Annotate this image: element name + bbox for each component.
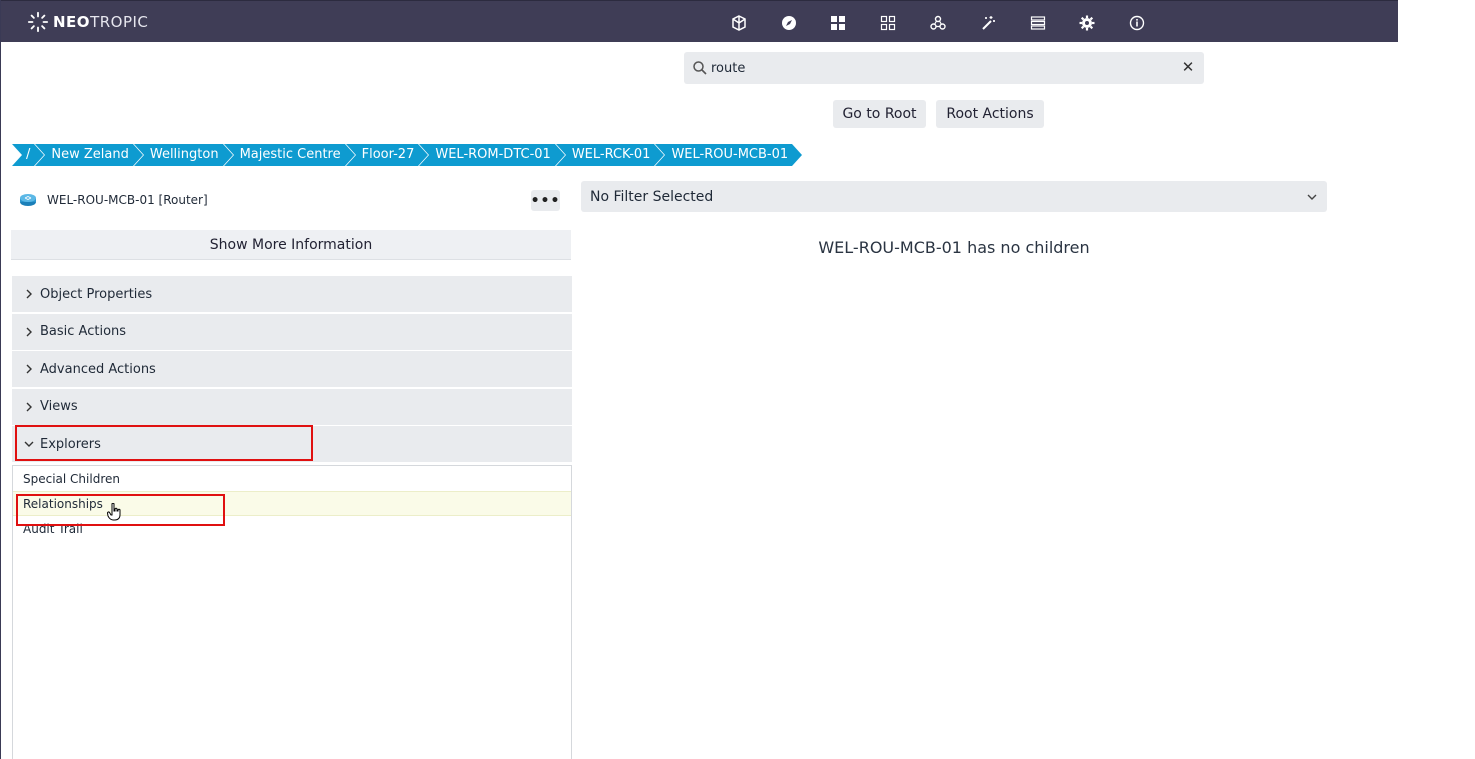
breadcrumb: / New Zeland Wellington Majestic Centre … — [12, 144, 802, 166]
empty-children-message: WEL-ROU-MCB-01 has no children — [818, 238, 1090, 257]
hand-cursor-icon — [107, 503, 121, 521]
explorer-item-relationships[interactable]: Relationships — [13, 491, 571, 516]
root-actions-button[interactable]: Root Actions — [936, 100, 1044, 128]
list-icon[interactable] — [1013, 12, 1063, 34]
top-navbar: NEO TROPIC — [1, 0, 1398, 42]
breadcrumb-item[interactable]: New Zeland — [35, 144, 144, 166]
object-title: WEL-ROU-MCB-01 [Router] — [47, 193, 208, 207]
cube-icon[interactable] — [714, 12, 764, 34]
clear-search-icon[interactable]: ✕ — [1180, 59, 1196, 75]
app-frame: NEO TROPIC route ✕ Go to Root Root Actio… — [0, 0, 1398, 759]
breadcrumb-item[interactable]: Majestic Centre — [223, 144, 355, 166]
router-icon — [20, 194, 36, 206]
magic-wand-icon[interactable] — [963, 12, 1013, 34]
explorer-item-special-children[interactable]: Special Children — [13, 466, 571, 491]
explorers-list: Special Children Relationships Audit Tra… — [12, 465, 572, 759]
go-to-root-button[interactable]: Go to Root — [833, 100, 926, 128]
filter-selected-label: No Filter Selected — [590, 188, 714, 205]
breadcrumb-item[interactable]: WEL-ROM-DTC-01 — [419, 144, 566, 166]
breadcrumb-item[interactable]: Floor-27 — [345, 144, 429, 166]
object-header: WEL-ROU-MCB-01 [Router] — [19, 190, 571, 210]
more-options-button[interactable]: ••• — [531, 190, 560, 211]
compass-icon[interactable] — [764, 12, 814, 34]
network-icon[interactable] — [913, 12, 963, 34]
action-accordion: Object Properties Basic Actions Advanced… — [12, 276, 572, 464]
logo-text-bold: NEO — [53, 13, 91, 31]
accordion-object-properties[interactable]: Object Properties — [12, 276, 572, 312]
explorer-item-audit-trail[interactable]: Audit Trail — [13, 516, 571, 541]
accordion-explorers[interactable]: Explorers — [12, 426, 572, 462]
accordion-advanced-actions[interactable]: Advanced Actions — [12, 351, 572, 387]
info-icon[interactable] — [1112, 12, 1162, 34]
search-box: ✕ — [684, 52, 1204, 84]
chevron-right-icon — [26, 402, 32, 411]
accordion-label: Advanced Actions — [40, 361, 156, 377]
search-icon — [693, 61, 707, 75]
accordion-label: Basic Actions — [40, 324, 127, 339]
neotropic-logo[interactable]: NEO TROPIC — [27, 10, 148, 34]
chevron-right-icon — [26, 364, 32, 374]
grid-icon[interactable] — [863, 12, 913, 34]
accordion-label: Views — [40, 399, 78, 414]
breadcrumb-item[interactable]: Wellington — [133, 144, 233, 166]
chevron-right-icon — [26, 327, 32, 336]
accordion-views[interactable]: Views — [12, 388, 572, 425]
logo-text-light: TROPIC — [90, 13, 149, 31]
breadcrumb-item-current[interactable]: WEL-ROU-MCB-01 — [655, 144, 802, 166]
search-input[interactable] — [711, 56, 1171, 80]
filter-select[interactable]: No Filter Selected — [581, 181, 1327, 212]
breadcrumb-item[interactable]: WEL-RCK-01 — [555, 144, 665, 166]
logo-burst-icon — [27, 11, 49, 33]
gear-icon[interactable] — [1063, 12, 1113, 34]
chevron-down-icon — [1307, 194, 1317, 200]
accordion-label: Explorers — [40, 436, 101, 452]
dashboard-icon[interactable] — [814, 12, 864, 34]
chevron-right-icon — [26, 289, 32, 299]
breadcrumb-item-root[interactable]: / — [12, 144, 45, 166]
accordion-basic-actions[interactable]: Basic Actions — [12, 313, 572, 350]
chevron-down-icon — [24, 441, 34, 447]
nav-icon-bar — [714, 12, 1162, 34]
accordion-label: Object Properties — [40, 286, 153, 302]
show-more-information-button[interactable]: Show More Information — [11, 230, 571, 260]
